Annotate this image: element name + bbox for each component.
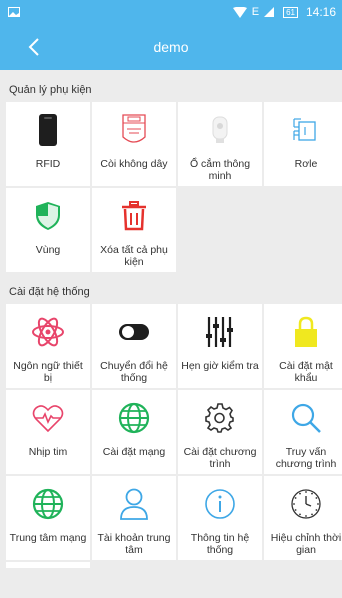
shield-icon: [30, 198, 66, 234]
tile-label: Nhịp tim: [28, 446, 68, 458]
gear-icon: [202, 400, 238, 436]
equalizer-icon: [202, 314, 238, 350]
section-header-accessories: Quản lý phụ kiện: [9, 84, 92, 96]
tile-label: Cài đặt mật khẩu: [279, 360, 333, 384]
gallery-notification-icon: [8, 7, 20, 17]
chevron-left-icon: [28, 38, 39, 56]
tile-relay[interactable]: Rơle: [264, 102, 342, 186]
tile-system-switch[interactable]: Chuyển đổi hệ thống: [92, 304, 176, 388]
globe-icon: [116, 400, 152, 436]
status-right: E 61 14:16: [232, 5, 336, 19]
tile-label: Ổ cắm thông minh: [189, 158, 251, 182]
app-bar: demo: [0, 24, 342, 70]
system-settings-grid: Ngôn ngữ thiết bị Chuyển đổi hệ thống Hẹ…: [0, 304, 342, 568]
tile-network-center[interactable]: Trung tâm mạng: [6, 476, 90, 560]
search-icon: [288, 400, 324, 436]
heartbeat-icon: [30, 400, 66, 436]
atom-icon: [30, 314, 66, 350]
status-left: [8, 7, 20, 17]
tile-label: Vùng: [35, 244, 61, 256]
tile-rfid[interactable]: RFID: [6, 102, 90, 186]
toggle-icon: [116, 314, 152, 350]
page-title: demo: [153, 39, 189, 55]
status-bar: E 61 14:16: [0, 0, 342, 24]
tile-network-settings[interactable]: Cài đặt mạng: [92, 390, 176, 474]
tile-password-settings[interactable]: Cài đặt mật khẩu: [264, 304, 342, 388]
clock-icon: [288, 486, 324, 522]
next-row-tile[interactable]: [6, 562, 90, 568]
tile-heartbeat[interactable]: Nhịp tim: [6, 390, 90, 474]
tile-label: RFID: [35, 158, 61, 170]
clock-time: 14:16: [305, 5, 336, 19]
battery-level: 61: [286, 7, 295, 17]
tile-device-language[interactable]: Ngôn ngữ thiết bị: [6, 304, 90, 388]
user-icon: [116, 486, 152, 522]
tile-label: Hiệu chỉnh thời gian: [270, 532, 342, 556]
lock-icon: [288, 314, 324, 350]
tile-label: Hẹn giờ kiểm tra: [181, 360, 259, 372]
tile-center-account[interactable]: Tài khoản trung tâm: [92, 476, 176, 560]
siren-icon: [116, 112, 152, 148]
tile-wireless-siren[interactable]: Còi không dây: [92, 102, 176, 186]
info-icon: [202, 486, 238, 522]
section-header-system-settings: Cài đặt hệ thống: [9, 286, 90, 298]
tile-label: Thông tin hệ thống: [190, 532, 250, 556]
tile-label: Cài đặt mạng: [102, 446, 166, 458]
tile-test-timer[interactable]: Hẹn giờ kiểm tra: [178, 304, 262, 388]
tile-program-query[interactable]: Truy vấn chương trình: [264, 390, 342, 474]
tile-label: Chuyển đổi hệ thống: [100, 360, 168, 384]
tile-label: Còi không dây: [100, 158, 168, 170]
tile-label: Cài đặt chương trình: [183, 446, 257, 470]
rfid-card-icon: [30, 112, 66, 148]
battery-icon: 61: [283, 6, 298, 18]
tile-label: Truy vấn chương trình: [275, 446, 337, 470]
tile-label: Xóa tất cả phụ kiện: [100, 244, 168, 268]
tile-program-settings[interactable]: Cài đặt chương trình: [178, 390, 262, 474]
tile-delete-all[interactable]: Xóa tất cả phụ kiện: [92, 188, 176, 272]
smart-plug-icon: [202, 112, 238, 148]
tile-time-calibration[interactable]: Hiệu chỉnh thời gian: [264, 476, 342, 560]
trash-icon: [116, 198, 152, 234]
tile-smart-plug[interactable]: Ổ cắm thông minh: [178, 102, 262, 186]
back-button[interactable]: [22, 34, 46, 60]
globe-icon: [30, 486, 66, 522]
relay-icon: [288, 112, 324, 148]
tile-label: Rơle: [294, 158, 318, 170]
signal-icon: [264, 7, 275, 17]
tile-label: Ngôn ngữ thiết bị: [13, 360, 83, 384]
tile-label: Tài khoản trung tâm: [97, 532, 171, 556]
tile-zone[interactable]: Vùng: [6, 188, 90, 272]
tile-label: Trung tâm mạng: [9, 532, 87, 544]
network-type-icon: E: [251, 6, 260, 18]
wifi-icon: [232, 6, 247, 18]
tile-system-info[interactable]: Thông tin hệ thống: [178, 476, 262, 560]
accessories-grid: RFID Còi không dây Ổ cắm thông minh Rơle…: [0, 102, 342, 272]
